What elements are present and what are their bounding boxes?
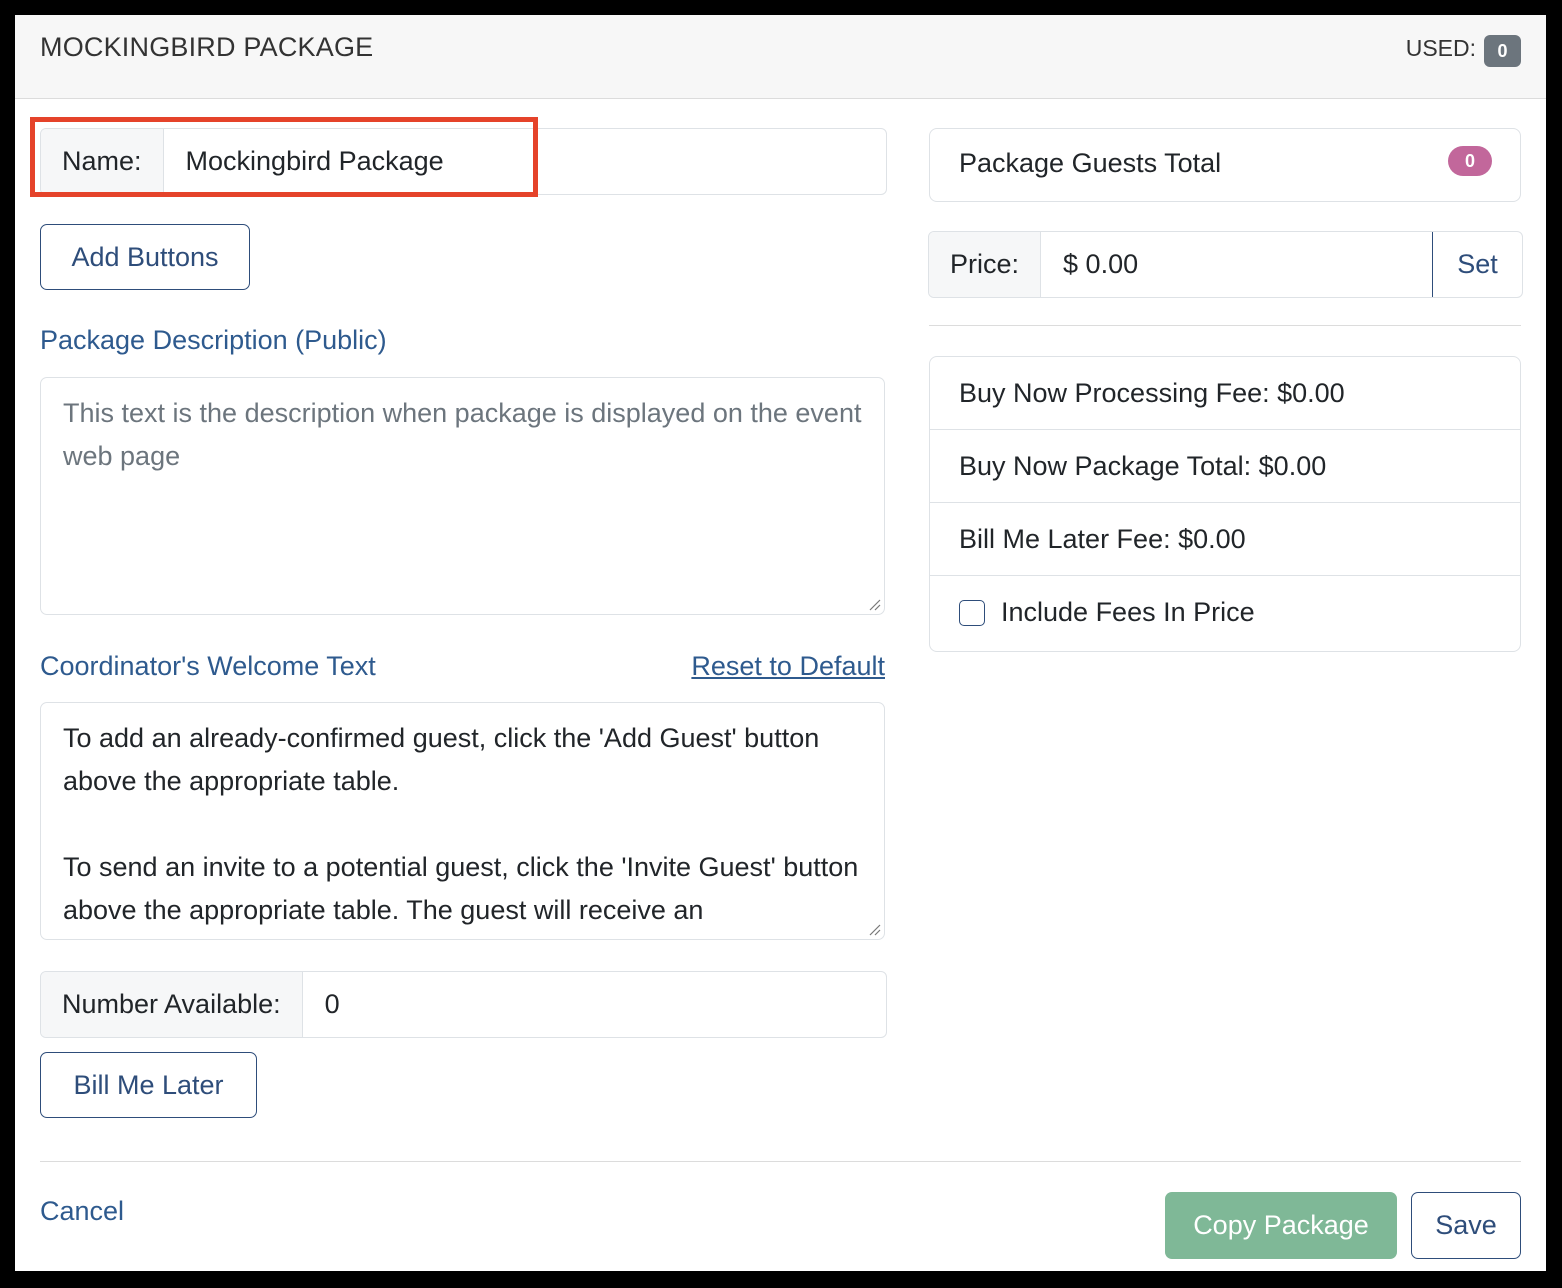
guests-count-badge: 0 <box>1448 146 1492 176</box>
resize-grip-icon[interactable] <box>867 597 881 611</box>
welcome-paragraph-1: To add an already-confirmed guest, click… <box>63 723 820 796</box>
bill-later-fee-item: Bill Me Later Fee: $0.00 <box>930 503 1520 576</box>
save-button[interactable]: Save <box>1411 1192 1521 1259</box>
number-available-label: Number Available: <box>41 972 303 1037</box>
include-fees-label[interactable]: Include Fees In Price <box>1001 597 1255 628</box>
modal-title: MOCKINGBIRD PACKAGE <box>40 32 374 62</box>
price-input[interactable]: $ 0.00 <box>1041 232 1432 297</box>
price-divider <box>929 325 1521 326</box>
bill-me-later-button[interactable]: Bill Me Later <box>40 1052 257 1118</box>
name-input-group: Name: Mockingbird Package <box>40 128 887 195</box>
processing-fee-item: Buy Now Processing Fee: $0.00 <box>930 357 1520 430</box>
package-guests-total-label: Package Guests Total <box>959 148 1222 178</box>
welcome-paragraph-2: To send an invite to a potential guest, … <box>63 852 859 925</box>
modal-header: MOCKINGBIRD PACKAGE USED: 0 <box>15 15 1546 99</box>
include-fees-item[interactable]: Include Fees In Price <box>930 576 1520 649</box>
name-label: Name: <box>41 129 164 194</box>
used-label: USED: <box>1405 35 1476 61</box>
footer-divider <box>40 1161 1521 1162</box>
cancel-link[interactable]: Cancel <box>40 1196 124 1227</box>
add-buttons-button[interactable]: Add Buttons <box>40 224 250 290</box>
welcome-text-textarea[interactable]: To add an already-confirmed guest, click… <box>40 702 885 940</box>
package-guests-total-card: Package Guests Total 0 <box>929 128 1521 202</box>
package-total-item: Buy Now Package Total: $0.00 <box>930 430 1520 503</box>
copy-package-button[interactable]: Copy Package <box>1165 1192 1397 1259</box>
number-available-input[interactable]: 0 <box>303 972 886 1037</box>
welcome-text-label: Coordinator's Welcome Text <box>40 651 376 681</box>
number-available-group: Number Available: 0 <box>40 971 887 1038</box>
package-description-textarea[interactable]: This text is the description when packag… <box>40 377 885 615</box>
used-count-badge: 0 <box>1484 35 1521 67</box>
price-label: Price: <box>929 232 1042 297</box>
include-fees-checkbox[interactable] <box>959 599 985 626</box>
fees-list: Buy Now Processing Fee: $0.00 Buy Now Pa… <box>929 356 1521 652</box>
package-modal: MOCKINGBIRD PACKAGE USED: 0 Name: Mockin… <box>15 15 1546 1271</box>
resize-grip-icon[interactable] <box>867 922 881 936</box>
price-input-group: Price: $ 0.00 Set <box>928 231 1523 298</box>
description-placeholder: This text is the description when packag… <box>63 398 862 471</box>
package-description-label: Package Description (Public) <box>40 325 387 355</box>
name-input[interactable]: Mockingbird Package <box>164 129 886 194</box>
set-price-button[interactable]: Set <box>1432 232 1522 297</box>
reset-to-default-link[interactable]: Reset to Default <box>691 651 885 682</box>
